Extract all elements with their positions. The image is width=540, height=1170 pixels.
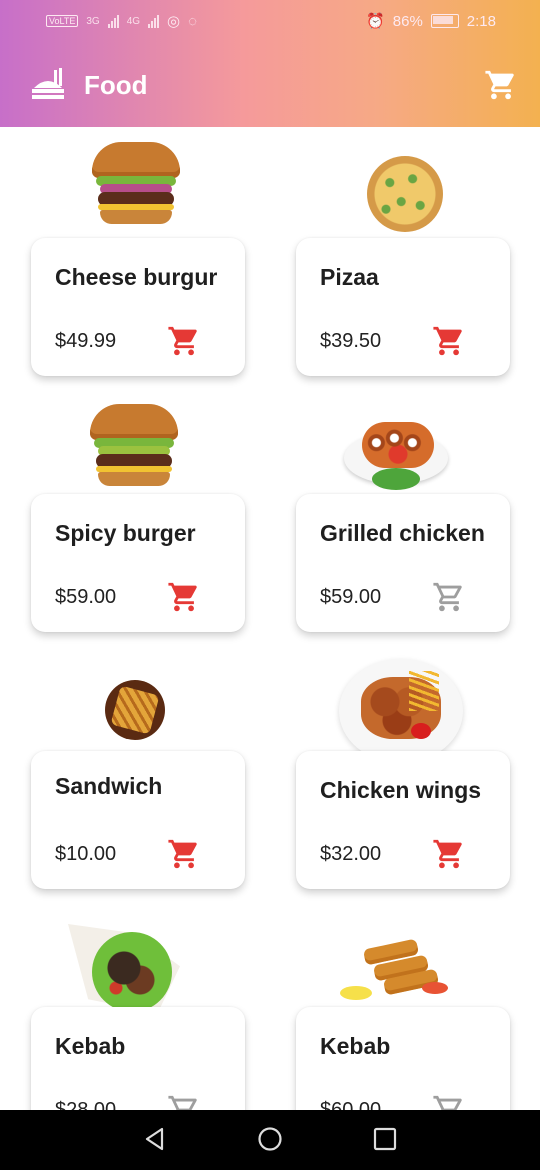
cart-icon[interactable] xyxy=(484,68,518,102)
home-icon[interactable] xyxy=(257,1126,283,1152)
pizza-image xyxy=(367,156,443,232)
signal-icon-2 xyxy=(148,14,160,28)
add-to-cart-outline-icon[interactable] xyxy=(432,580,466,614)
product-card[interactable]: Spicy burger $59.00 xyxy=(31,494,245,632)
hotspot-icon: ◎ xyxy=(167,13,181,30)
sandwich-image xyxy=(105,680,165,740)
burger-image xyxy=(90,404,178,488)
whatsapp-icon: ◌ xyxy=(188,12,198,30)
product-card[interactable]: Sandwich $10.00 xyxy=(31,751,245,889)
food-logo-icon xyxy=(32,68,64,99)
page-title: Food xyxy=(84,70,148,100)
product-name: Cheese burgur xyxy=(55,264,218,290)
network-4g-label: 4G xyxy=(126,15,141,27)
product-price: $59.00 xyxy=(55,586,117,608)
add-to-cart-icon[interactable] xyxy=(432,837,466,871)
product-price: $10.00 xyxy=(55,843,117,865)
quesadilla-image xyxy=(340,938,466,1002)
product-name: Sandwich xyxy=(55,773,163,799)
battery-icon xyxy=(430,14,459,28)
status-left: VoLTE 3G 4G ◎ ◌ xyxy=(46,12,197,30)
product-price: $49.99 xyxy=(55,330,117,352)
chicken-wings-image xyxy=(339,659,463,763)
product-card[interactable]: Pizaa $39.50 xyxy=(296,238,510,376)
add-to-cart-icon[interactable] xyxy=(167,580,201,614)
alarm-icon: ⏰ xyxy=(366,13,385,30)
recents-icon[interactable] xyxy=(372,1126,398,1152)
system-nav-bar xyxy=(0,1110,540,1170)
add-to-cart-icon[interactable] xyxy=(432,324,466,358)
app-bar: Food xyxy=(0,42,540,127)
status-bar: VoLTE 3G 4G ◎ ◌ ⏰ 86% 2:18 xyxy=(0,0,540,42)
product-price: $32.00 xyxy=(320,843,382,865)
grilled-chicken-image xyxy=(344,418,448,496)
signal-icon xyxy=(107,14,119,28)
battery-percent: 86% xyxy=(392,12,423,30)
product-price: $39.50 xyxy=(320,330,382,352)
product-price: $59.00 xyxy=(320,586,382,608)
product-name: Grilled chicken xyxy=(320,520,485,546)
add-to-cart-icon[interactable] xyxy=(167,324,201,358)
product-name: Kebab xyxy=(55,1033,126,1059)
product-name: Pizaa xyxy=(320,264,379,290)
status-right: ⏰ 86% 2:18 xyxy=(366,12,496,31)
burger-image xyxy=(92,142,180,226)
product-card[interactable]: Grilled chicken $59.00 xyxy=(296,494,510,632)
clock: 2:18 xyxy=(466,12,496,30)
kebab-wrap-image xyxy=(68,924,180,1018)
header: VoLTE 3G 4G ◎ ◌ ⏰ 86% 2:18 Food xyxy=(0,0,540,127)
volte-badge: VoLTE xyxy=(46,15,79,27)
network-3g-label: 3G xyxy=(86,15,100,27)
product-card[interactable]: Cheese burgur $49.99 xyxy=(31,238,245,376)
product-card[interactable]: Chicken wings $32.00 xyxy=(296,751,510,889)
product-name: Kebab xyxy=(320,1033,391,1059)
add-to-cart-icon[interactable] xyxy=(167,837,201,871)
product-name: Chicken wings xyxy=(320,777,482,803)
product-name: Spicy burger xyxy=(55,520,196,546)
back-icon[interactable] xyxy=(142,1126,168,1152)
